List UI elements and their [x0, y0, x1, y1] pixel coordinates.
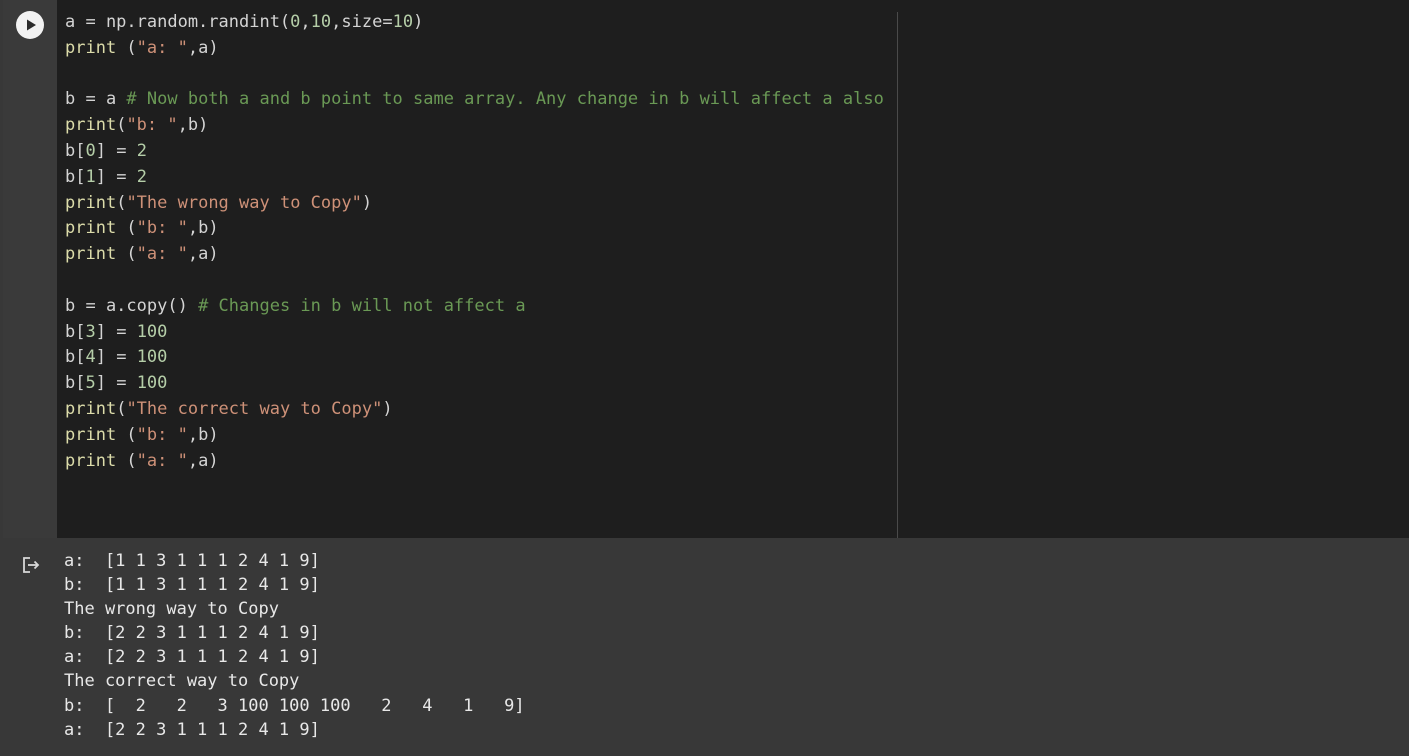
code-token-default: ( — [116, 244, 137, 265]
output-line: b: [2 2 3 1 1 1 2 4 1 9] — [64, 623, 320, 644]
code-token-fn: print — [65, 192, 117, 213]
code-token-default: ] = — [95, 166, 137, 187]
code-line[interactable]: print ("a: ",a) — [65, 449, 884, 475]
code-token-default: ( — [116, 37, 137, 58]
code-line[interactable] — [65, 268, 884, 294]
code-line[interactable]: b[3] = 100 — [65, 320, 884, 346]
output-arrow-icon[interactable] — [20, 554, 42, 576]
code-line[interactable]: b[0] = 2 — [65, 139, 884, 165]
code-line[interactable]: print("The correct way to Copy") — [65, 397, 884, 423]
code-text[interactable]: a = np.random.randint(0,10,size=10) print… — [65, 10, 884, 474]
line-length-ruler — [897, 12, 898, 538]
code-line[interactable]: b[5] = 100 — [65, 371, 884, 397]
code-line[interactable] — [65, 62, 884, 88]
code-token-default: ,a) — [187, 37, 219, 58]
code-token-default: ,a) — [187, 244, 219, 265]
code-token-default: , — [300, 12, 311, 32]
code-token-fn: print — [65, 218, 117, 239]
output-text: a: [1 1 3 1 1 1 2 4 1 9] b: [1 1 3 1 1 1 … — [64, 549, 525, 742]
code-line[interactable]: print ("a: ",a) — [65, 36, 884, 62]
output-line: a: [2 2 3 1 1 1 2 4 1 9] — [64, 647, 320, 668]
code-token-fn: print — [65, 115, 117, 136]
code-token-num: 3 — [85, 321, 96, 342]
code-token-str: "The wrong way to Copy" — [126, 192, 362, 213]
cell-gutter — [3, 0, 57, 538]
code-token-default: b[ — [65, 140, 86, 161]
code-token-default: b[ — [65, 347, 86, 368]
code-token-str: "a: " — [136, 37, 188, 58]
run-cell-button[interactable] — [16, 11, 44, 39]
code-token-fn: print — [65, 424, 117, 445]
code-token-default: a = np.random.randint( — [65, 12, 291, 32]
code-token-default: ,b) — [187, 424, 219, 445]
code-token-default: ) — [361, 192, 373, 213]
code-token-num: 100 — [136, 347, 168, 368]
output-line: The wrong way to Copy — [64, 599, 279, 620]
code-token-default: b = a.copy() — [65, 295, 199, 316]
code-token-default: ] = — [95, 347, 137, 368]
code-token-fn: print — [65, 398, 117, 419]
code-token-default: b[ — [65, 321, 86, 342]
output-line: b: [1 1 3 1 1 1 2 4 1 9] — [64, 575, 320, 596]
code-token-str: "The correct way to Copy" — [126, 398, 383, 419]
code-token-num: 100 — [136, 373, 168, 394]
code-token-num: 10 — [392, 12, 414, 32]
code-token-default: ( — [116, 115, 127, 136]
code-token-str: "b: " — [136, 218, 188, 239]
output-line: The correct way to Copy — [64, 671, 300, 692]
code-token-str: "b: " — [126, 115, 178, 136]
code-token-default: ,size= — [331, 12, 393, 32]
output-line: b: [ 2 2 3 100 100 100 2 4 1 9] — [64, 695, 525, 716]
code-token-str: "a: " — [136, 450, 188, 471]
code-token-default: ( — [116, 218, 137, 239]
output-line: a: [1 1 3 1 1 1 2 4 1 9] — [64, 551, 320, 571]
code-token-cmt: # Changes in b will not affect a — [198, 295, 526, 316]
code-line[interactable]: print ("b: ",b) — [65, 423, 884, 449]
code-token-str: "b: " — [136, 424, 188, 445]
code-token-num: 100 — [136, 321, 168, 342]
code-line[interactable]: b[1] = 2 — [65, 165, 884, 191]
code-token-num: 5 — [85, 373, 96, 394]
code-cell[interactable]: a = np.random.randint(0,10,size=10) print… — [0, 0, 1409, 538]
code-token-default: ( — [116, 450, 137, 471]
code-token-default: ) — [382, 398, 393, 419]
output-line: a: [2 2 3 1 1 1 2 4 1 9] — [64, 719, 320, 740]
code-token-default: ,b) — [177, 115, 209, 136]
code-token-cmt: # Now both a and b point to same array. … — [126, 89, 884, 110]
code-token-default: b = a — [65, 89, 127, 110]
code-token-str: "a: " — [136, 244, 188, 265]
code-token-num: 2 — [136, 140, 147, 161]
code-line[interactable]: print ("b: ",b) — [65, 216, 884, 242]
code-token-num: 2 — [136, 166, 147, 187]
code-token-default: ] = — [95, 321, 137, 342]
code-token-fn: print — [65, 450, 117, 471]
code-token-default: b[ — [65, 373, 86, 394]
code-token-default: ,b) — [187, 218, 219, 239]
code-token-num: 4 — [85, 347, 96, 368]
code-token-default: ] = — [95, 140, 137, 161]
code-token-fn: print — [65, 37, 117, 58]
code-line[interactable]: b = a # Now both a and b point to same a… — [65, 87, 884, 113]
code-line[interactable]: print("The wrong way to Copy") — [65, 191, 884, 217]
code-line[interactable]: b = a.copy() # Changes in b will not aff… — [65, 294, 884, 320]
code-line[interactable]: b[4] = 100 — [65, 345, 884, 371]
code-token-default: b[ — [65, 166, 86, 187]
code-token-default: ,a) — [187, 450, 219, 471]
code-token-default: ( — [116, 398, 127, 419]
code-token-num: 0 — [290, 12, 301, 32]
code-token-num: 1 — [85, 166, 96, 187]
code-token-default: ( — [116, 424, 137, 445]
code-token-default: ( — [116, 192, 127, 213]
code-token-default: ) — [413, 12, 424, 32]
code-token-default: ] = — [95, 373, 137, 394]
code-token-fn: print — [65, 244, 117, 265]
code-token-num: 10 — [310, 12, 332, 32]
code-token-num: 0 — [85, 140, 96, 161]
code-line[interactable]: print("b: ",b) — [65, 113, 884, 139]
play-icon — [27, 19, 36, 31]
output-area: a: [1 1 3 1 1 1 2 4 1 9] b: [1 1 3 1 1 1 … — [0, 538, 1409, 756]
code-line[interactable]: a = np.random.randint(0,10,size=10) — [65, 10, 884, 36]
code-line[interactable]: print ("a: ",a) — [65, 242, 884, 268]
